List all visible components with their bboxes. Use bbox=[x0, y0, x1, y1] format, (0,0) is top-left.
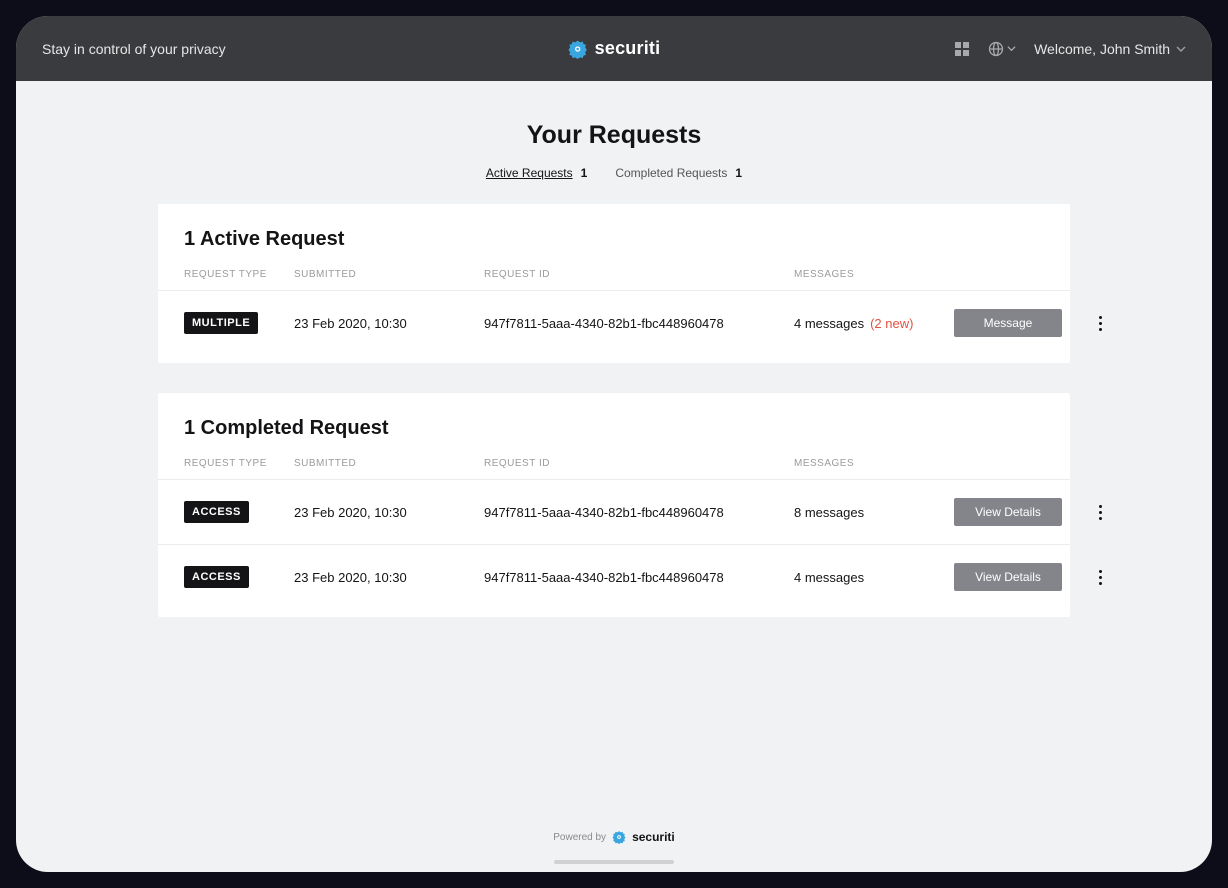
tab-count: 1 bbox=[735, 166, 742, 180]
home-indicator bbox=[554, 860, 674, 864]
row-menu-icon[interactable] bbox=[1090, 313, 1110, 333]
submitted-cell: 23 Feb 2020, 10:30 bbox=[294, 570, 484, 585]
card-title: 1 Completed Request bbox=[158, 417, 1070, 458]
brand-logo[interactable]: securiti bbox=[568, 38, 661, 59]
page-content: Your Requests Active Requests 1 Complete… bbox=[16, 81, 1212, 617]
powered-by-label: Powered by bbox=[553, 832, 606, 843]
tab-count: 1 bbox=[581, 166, 588, 180]
welcome-text: Welcome, John Smith bbox=[1034, 41, 1170, 57]
request-id-cell: 947f7811-5aaa-4340-82b1-fbc448960478 bbox=[484, 570, 794, 585]
tagline: Stay in control of your privacy bbox=[42, 41, 226, 57]
messages-new: (2 new) bbox=[870, 316, 913, 331]
active-requests-card: 1 Active Request REQUEST TYPE SUBMITTED … bbox=[158, 204, 1070, 363]
tab-completed-requests[interactable]: Completed Requests 1 bbox=[615, 166, 742, 180]
user-menu[interactable]: Welcome, John Smith bbox=[1034, 41, 1186, 57]
topbar-right: Welcome, John Smith bbox=[954, 41, 1186, 57]
chevron-down-icon bbox=[1007, 44, 1016, 53]
chevron-down-icon bbox=[1176, 44, 1186, 54]
submitted-cell: 23 Feb 2020, 10:30 bbox=[294, 316, 484, 331]
table-row: MULTIPLE 23 Feb 2020, 10:30 947f7811-5aa… bbox=[158, 290, 1070, 355]
card-title: 1 Active Request bbox=[158, 228, 1070, 269]
apps-grid-icon[interactable] bbox=[954, 41, 970, 57]
row-menu-icon[interactable] bbox=[1090, 502, 1110, 522]
messages-cell: 4 messages bbox=[794, 570, 954, 585]
request-id-cell: 947f7811-5aaa-4340-82b1-fbc448960478 bbox=[484, 316, 794, 331]
table-row: ACCESS 23 Feb 2020, 10:30 947f7811-5aaa-… bbox=[158, 544, 1070, 609]
request-tabs: Active Requests 1 Completed Requests 1 bbox=[16, 166, 1212, 180]
device-frame: Stay in control of your privacy securiti… bbox=[16, 16, 1212, 872]
col-submitted: SUBMITTED bbox=[294, 269, 484, 280]
submitted-cell: 23 Feb 2020, 10:30 bbox=[294, 505, 484, 520]
tab-label: Active Requests bbox=[486, 166, 573, 180]
col-type: REQUEST TYPE bbox=[184, 458, 294, 469]
messages-cell: 8 messages bbox=[794, 505, 954, 520]
request-id-cell: 947f7811-5aaa-4340-82b1-fbc448960478 bbox=[484, 505, 794, 520]
topbar: Stay in control of your privacy securiti… bbox=[16, 16, 1212, 81]
request-type-badge: ACCESS bbox=[184, 566, 249, 588]
col-submitted: SUBMITTED bbox=[294, 458, 484, 469]
brand-mark-icon bbox=[568, 39, 588, 59]
tab-active-requests[interactable]: Active Requests 1 bbox=[486, 166, 587, 180]
col-id: REQUEST ID bbox=[484, 458, 794, 469]
table-header: REQUEST TYPE SUBMITTED REQUEST ID MESSAG… bbox=[158, 458, 1070, 479]
footer-brand-mark-icon bbox=[612, 830, 626, 844]
completed-requests-card: 1 Completed Request REQUEST TYPE SUBMITT… bbox=[158, 393, 1070, 617]
messages-cell: 4 messages (2 new) bbox=[794, 316, 954, 331]
table-row: ACCESS 23 Feb 2020, 10:30 947f7811-5aaa-… bbox=[158, 479, 1070, 544]
request-type-badge: MULTIPLE bbox=[184, 312, 258, 334]
tab-label: Completed Requests bbox=[615, 166, 727, 180]
view-details-button[interactable]: View Details bbox=[954, 563, 1062, 591]
messages-count: 4 messages bbox=[794, 316, 864, 331]
row-menu-icon[interactable] bbox=[1090, 567, 1110, 587]
col-messages: MESSAGES bbox=[794, 458, 954, 469]
message-button[interactable]: Message bbox=[954, 309, 1062, 337]
footer-brand-name: securiti bbox=[632, 830, 675, 844]
view-details-button[interactable]: View Details bbox=[954, 498, 1062, 526]
page-title: Your Requests bbox=[16, 121, 1212, 150]
request-type-badge: ACCESS bbox=[184, 501, 249, 523]
brand-name: securiti bbox=[595, 38, 661, 59]
language-selector[interactable] bbox=[988, 41, 1016, 57]
table-header: REQUEST TYPE SUBMITTED REQUEST ID MESSAG… bbox=[158, 269, 1070, 290]
col-id: REQUEST ID bbox=[484, 269, 794, 280]
col-type: REQUEST TYPE bbox=[184, 269, 294, 280]
col-messages: MESSAGES bbox=[794, 269, 954, 280]
footer: Powered by securiti bbox=[16, 830, 1212, 844]
